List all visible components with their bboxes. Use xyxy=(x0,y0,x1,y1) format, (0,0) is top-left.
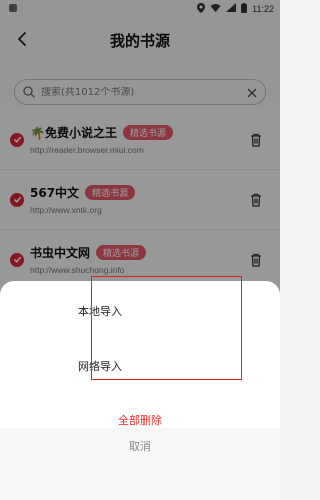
highlight-box xyxy=(91,276,242,380)
cancel-button[interactable]: 取消 xyxy=(0,438,280,454)
delete-all-option[interactable]: 全部删除 xyxy=(0,412,280,428)
